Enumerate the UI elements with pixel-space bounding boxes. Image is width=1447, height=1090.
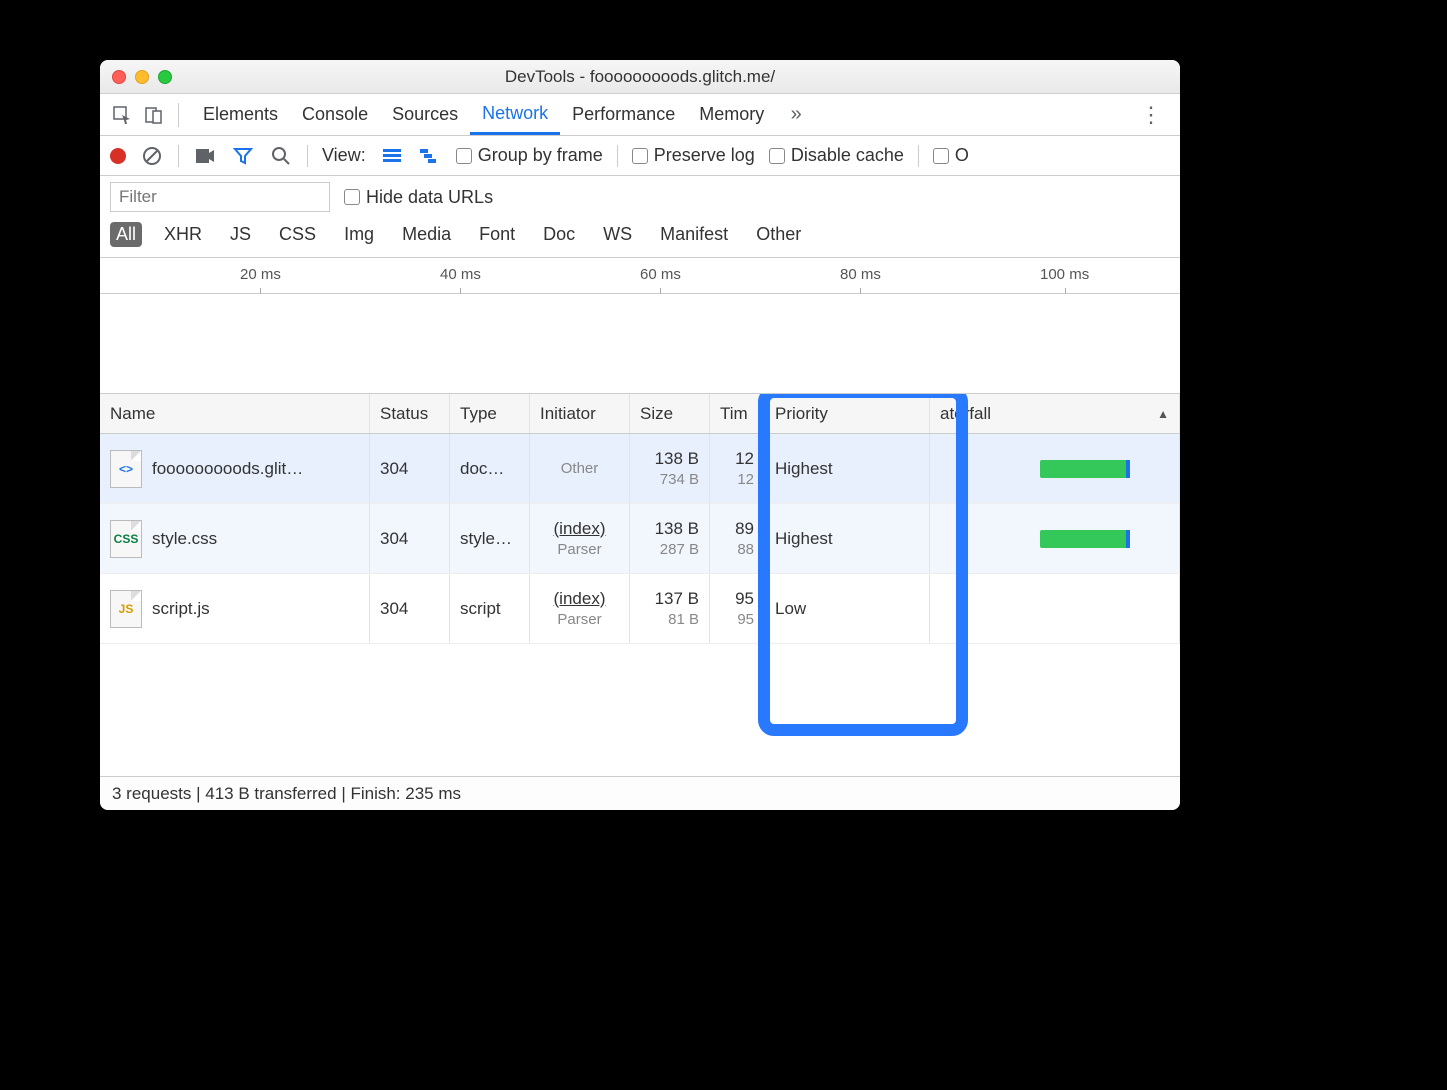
- tab-network[interactable]: Network: [470, 94, 560, 135]
- cell-status: 304: [370, 434, 450, 503]
- clear-icon[interactable]: [140, 144, 164, 168]
- record-button[interactable]: [110, 148, 126, 164]
- col-priority[interactable]: Priority: [765, 394, 930, 433]
- cell-type: doc…: [450, 434, 530, 503]
- type-filter-js[interactable]: JS: [224, 222, 257, 247]
- cell-waterfall: [930, 434, 1180, 503]
- ruler-tick: 60 ms: [640, 266, 681, 283]
- cell-status: 304: [370, 504, 450, 573]
- type-filter-ws[interactable]: WS: [597, 222, 638, 247]
- cell-initiator[interactable]: (index)Parser: [530, 574, 630, 643]
- ruler-tick: 20 ms: [240, 266, 281, 283]
- type-filter-css[interactable]: CSS: [273, 222, 322, 247]
- filter-icon[interactable]: [231, 144, 255, 168]
- type-filter-manifest[interactable]: Manifest: [654, 222, 734, 247]
- sort-arrow-icon: ▲: [1157, 407, 1169, 421]
- cell-initiator[interactable]: Other: [530, 434, 630, 503]
- cell-type: style…: [450, 504, 530, 573]
- col-status[interactable]: Status: [370, 394, 450, 433]
- cell-time: 9595: [710, 574, 765, 643]
- file-icon: <>: [110, 450, 142, 488]
- file-icon: CSS: [110, 520, 142, 558]
- tab-elements[interactable]: Elements: [191, 94, 290, 135]
- type-filter-font[interactable]: Font: [473, 222, 521, 247]
- table-row[interactable]: CSS style.css 304 style… (index)Parser 13…: [100, 504, 1180, 574]
- cell-waterfall: [930, 574, 1180, 643]
- type-filter-media[interactable]: Media: [396, 222, 457, 247]
- filter-input[interactable]: [110, 182, 330, 212]
- hide-data-urls-checkbox[interactable]: Hide data URLs: [344, 187, 493, 208]
- tab-console[interactable]: Console: [290, 94, 380, 135]
- cell-time: 1212: [710, 434, 765, 503]
- table-header: Name Status Type Initiator Size Tim Prio…: [100, 394, 1180, 434]
- timeline-ruler[interactable]: 20 ms 40 ms 60 ms 80 ms 100 ms: [100, 258, 1180, 294]
- offline-checkbox[interactable]: O: [933, 145, 969, 166]
- preserve-log-checkbox[interactable]: Preserve log: [632, 145, 755, 166]
- request-name: fooooooooods.glit…: [152, 459, 303, 479]
- timeline-overview[interactable]: [100, 294, 1180, 394]
- filter-bar: Hide data URLs: [100, 176, 1180, 218]
- tab-performance[interactable]: Performance: [560, 94, 687, 135]
- col-size[interactable]: Size: [630, 394, 710, 433]
- group-by-frame-checkbox[interactable]: Group by frame: [456, 145, 603, 166]
- overview-icon[interactable]: [418, 144, 442, 168]
- tab-sources[interactable]: Sources: [380, 94, 470, 135]
- cell-time: 8988: [710, 504, 765, 573]
- window-title: DevTools - fooooooooods.glitch.me/: [100, 67, 1180, 87]
- cell-size: 138 B287 B: [630, 504, 710, 573]
- ruler-tick: 40 ms: [440, 266, 481, 283]
- tab-memory[interactable]: Memory: [687, 94, 776, 135]
- status-bar: 3 requests | 413 B transferred | Finish:…: [100, 776, 1180, 810]
- tabs-overflow-icon[interactable]: »: [784, 103, 808, 127]
- cell-priority: Highest: [765, 434, 930, 503]
- request-name: script.js: [152, 599, 210, 619]
- type-filter-xhr[interactable]: XHR: [158, 222, 208, 247]
- cell-initiator[interactable]: (index)Parser: [530, 504, 630, 573]
- search-icon[interactable]: [269, 144, 293, 168]
- cell-status: 304: [370, 574, 450, 643]
- network-toolbar: View: Group by frame Preserve log Disabl…: [100, 136, 1180, 176]
- devtools-window: DevTools - fooooooooods.glitch.me/ Eleme…: [100, 60, 1180, 810]
- type-filter-img[interactable]: Img: [338, 222, 380, 247]
- table-row[interactable]: <> fooooooooods.glit… 304 doc… Other 138 …: [100, 434, 1180, 504]
- requests-table: Name Status Type Initiator Size Tim Prio…: [100, 394, 1180, 776]
- file-icon: JS: [110, 590, 142, 628]
- view-label: View:: [322, 145, 366, 166]
- table-row[interactable]: JS script.js 304 script (index)Parser 137…: [100, 574, 1180, 644]
- traffic-lights: [112, 70, 172, 84]
- status-text: 3 requests | 413 B transferred | Finish:…: [112, 784, 461, 804]
- ruler-tick: 100 ms: [1040, 266, 1089, 283]
- disable-cache-checkbox[interactable]: Disable cache: [769, 145, 904, 166]
- device-toggle-icon[interactable]: [142, 103, 166, 127]
- cell-priority: Low: [765, 574, 930, 643]
- col-initiator[interactable]: Initiator: [530, 394, 630, 433]
- kebab-menu-icon[interactable]: ⋮: [1132, 102, 1170, 128]
- request-name: style.css: [152, 529, 217, 549]
- panel-tabs: ElementsConsoleSourcesNetworkPerformance…: [100, 94, 1180, 136]
- ruler-tick: 80 ms: [840, 266, 881, 283]
- minimize-button[interactable]: [135, 70, 149, 84]
- titlebar: DevTools - fooooooooods.glitch.me/: [100, 60, 1180, 94]
- cell-type: script: [450, 574, 530, 643]
- large-rows-icon[interactable]: [380, 144, 404, 168]
- cell-size: 138 B734 B: [630, 434, 710, 503]
- col-waterfall[interactable]: aterfall ▲: [930, 394, 1180, 433]
- col-name[interactable]: Name: [100, 394, 370, 433]
- type-filter-all[interactable]: All: [110, 222, 142, 247]
- close-button[interactable]: [112, 70, 126, 84]
- col-type[interactable]: Type: [450, 394, 530, 433]
- inspect-icon[interactable]: [110, 103, 134, 127]
- type-filter-bar: All XHR JS CSS Img Media Font Doc WS Manifest Othe…: [100, 218, 1180, 258]
- type-filter-doc[interactable]: Doc: [537, 222, 581, 247]
- cell-priority: Highest: [765, 504, 930, 573]
- cell-waterfall: [930, 504, 1180, 573]
- cell-size: 137 B81 B: [630, 574, 710, 643]
- camera-icon[interactable]: [193, 144, 217, 168]
- maximize-button[interactable]: [158, 70, 172, 84]
- col-time[interactable]: Tim: [710, 394, 765, 433]
- type-filter-other[interactable]: Other: [750, 222, 807, 247]
